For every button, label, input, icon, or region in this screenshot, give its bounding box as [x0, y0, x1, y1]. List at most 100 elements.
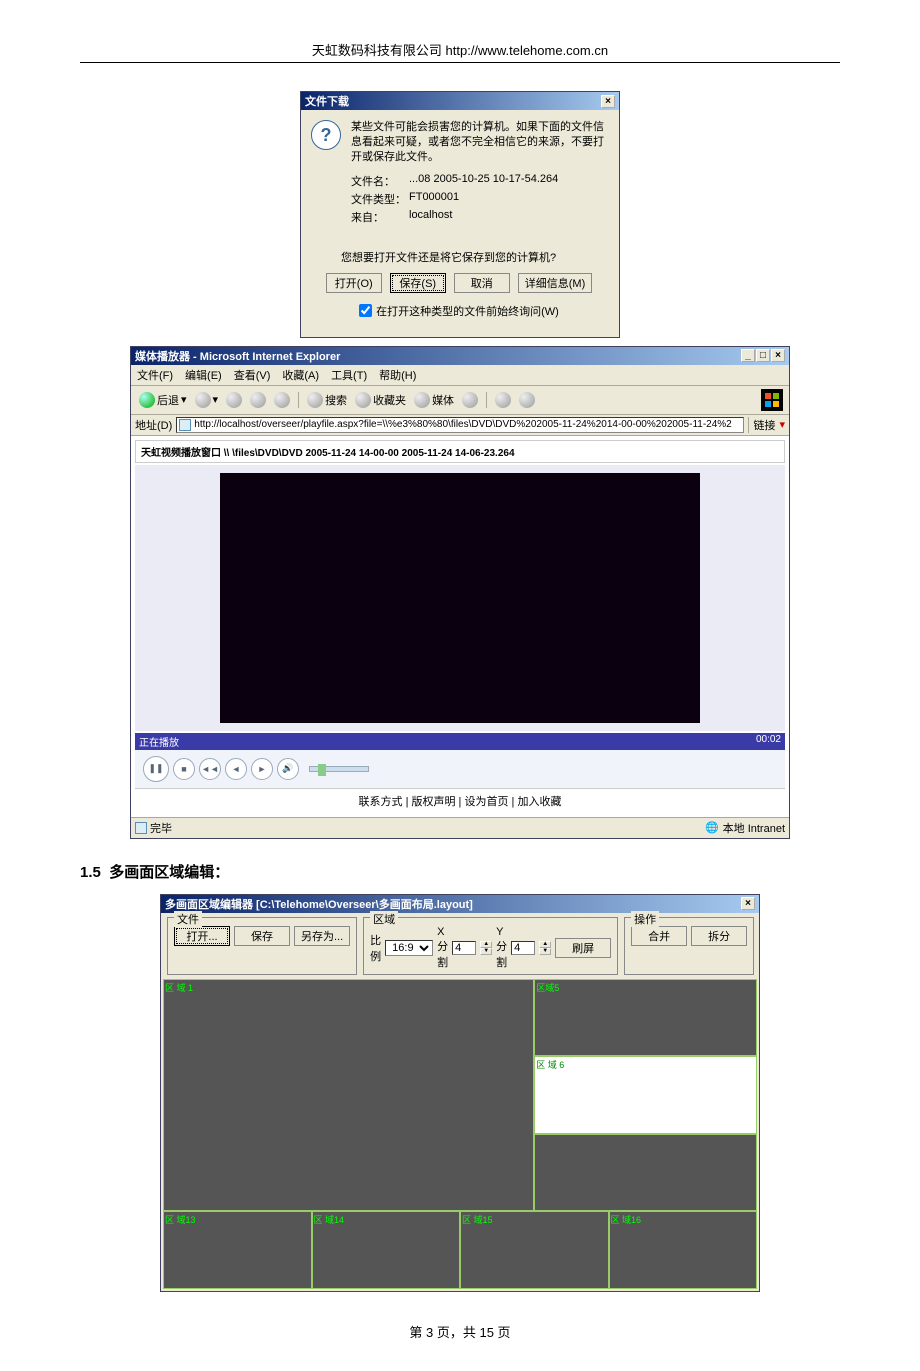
filename-value: ...08 2005-10-25 10-17-54.264	[409, 173, 558, 189]
open-file-button[interactable]: 打开...	[174, 926, 230, 946]
favorites-label: 收藏夹	[373, 392, 406, 408]
volume-slider[interactable]	[309, 766, 369, 772]
close-icon[interactable]: ×	[771, 349, 785, 362]
print-button[interactable]	[517, 392, 537, 408]
always-ask-checkbox[interactable]	[359, 304, 372, 317]
ie-statusbar: 完毕 🌐 本地 Intranet	[131, 817, 789, 838]
security-zone: 本地 Intranet	[723, 820, 785, 836]
ysplit-input[interactable]	[511, 941, 535, 955]
time-display: 00:02	[756, 734, 781, 749]
player-statusbar: 正在播放 00:02	[135, 733, 785, 750]
xsplit-down-icon[interactable]: ▼	[480, 948, 492, 955]
stop-icon	[226, 392, 242, 408]
file-group: 文件 打开... 保存 另存为...	[167, 917, 357, 975]
ratio-label: 比例	[370, 932, 381, 964]
menu-tools[interactable]: 工具(T)	[331, 367, 367, 383]
menu-favorites[interactable]: 收藏(A)	[282, 367, 319, 383]
menu-view[interactable]: 查看(V)	[234, 367, 271, 383]
rewind-button[interactable]: ◄	[225, 758, 247, 780]
more-info-button[interactable]: 详细信息(M)	[518, 273, 593, 293]
arrow-left-icon	[139, 392, 155, 408]
question-icon: ?	[311, 120, 341, 150]
address-input[interactable]: http://localhost/overseer/playfile.aspx?…	[176, 417, 744, 433]
menu-edit[interactable]: 编辑(E)	[185, 367, 222, 383]
region-5[interactable]: 区域5	[534, 979, 757, 1057]
merge-button[interactable]: 合并	[631, 926, 687, 946]
filetype-value: FT000001	[409, 191, 459, 207]
ysplit-up-icon[interactable]: ▲	[539, 941, 551, 948]
ie-addressbar: 地址(D) http://localhost/overseer/playfile…	[131, 415, 789, 436]
address-label: 地址(D)	[135, 417, 172, 433]
menu-file[interactable]: 文件(F)	[137, 367, 173, 383]
layout-editor-window: 多画面区域编辑器 [C:\Telehome\Overseer\多画面布局.lay…	[160, 894, 760, 1292]
mute-button[interactable]: 🔊	[277, 758, 299, 780]
split-button[interactable]: 拆分	[691, 926, 747, 946]
close-icon[interactable]: ×	[601, 95, 615, 108]
region-15[interactable]: 区 域15	[460, 1211, 609, 1289]
region-13[interactable]: 区 域13	[163, 1211, 312, 1289]
refresh-screen-button[interactable]: 刷屏	[555, 938, 611, 958]
region-unlabeled[interactable]	[534, 1134, 757, 1212]
windows-flag-icon	[761, 389, 783, 411]
xsplit-up-icon[interactable]: ▲	[480, 941, 492, 948]
file-group-label: 文件	[174, 911, 202, 927]
layout-canvas[interactable]: 区 域 1 区域5 区 域 6 区 域13 区 域14 区 域15 区 域16	[163, 979, 757, 1289]
layout-toolbar: 文件 打开... 保存 另存为... 区域 比例 16:9 X分割 ▲▼ Y分割…	[161, 913, 759, 979]
home-button[interactable]	[272, 392, 292, 408]
home-icon	[274, 392, 290, 408]
forward-button[interactable]: ▾	[193, 392, 221, 408]
player-controls: ❚❚ ■ ◄◄ ◄ ► 🔊	[135, 750, 785, 788]
maximize-icon[interactable]: □	[756, 349, 770, 362]
operation-group-label: 操作	[631, 911, 659, 927]
saveas-button[interactable]: 另存为...	[294, 926, 350, 946]
open-button[interactable]: 打开(O)	[326, 273, 382, 293]
stop-button[interactable]: ■	[173, 758, 195, 780]
close-icon[interactable]: ×	[741, 897, 755, 910]
mail-button[interactable]	[493, 392, 513, 408]
page-icon	[179, 419, 191, 431]
refresh-icon	[250, 392, 266, 408]
back-label: 后退	[157, 392, 179, 408]
xsplit-input[interactable]	[452, 941, 476, 955]
header-rule	[80, 62, 840, 63]
always-ask-label: 在打开这种类型的文件前始终询问(W)	[376, 303, 559, 319]
ysplit-down-icon[interactable]: ▼	[539, 948, 551, 955]
prev-button[interactable]: ◄◄	[199, 758, 221, 780]
layout-titlebar: 多画面区域编辑器 [C:\Telehome\Overseer\多画面布局.lay…	[161, 895, 759, 913]
ysplit-label: Y分割	[496, 926, 507, 970]
region-14[interactable]: 区 域14	[312, 1211, 461, 1289]
source-value: localhost	[409, 209, 452, 225]
refresh-button[interactable]	[248, 392, 268, 408]
globe-icon: 🌐	[705, 821, 719, 834]
video-canvas	[220, 473, 700, 723]
region-1[interactable]: 区 域 1	[163, 979, 534, 1212]
stop-button[interactable]	[224, 392, 244, 408]
save-file-button[interactable]: 保存	[234, 926, 290, 946]
arrow-right-icon	[195, 392, 211, 408]
back-button[interactable]: 后退 ▾	[137, 392, 189, 408]
history-button[interactable]	[460, 392, 480, 408]
minimize-icon[interactable]: _	[741, 349, 755, 362]
region-16[interactable]: 区 域16	[609, 1211, 758, 1289]
save-button[interactable]: 保存(S)	[390, 273, 446, 293]
ie-toolbar: 后退 ▾ ▾ 搜索 收藏夹 媒体	[131, 386, 789, 415]
ie-title: 媒体播放器 - Microsoft Internet Explorer	[135, 348, 340, 364]
links-label[interactable]: 链接	[748, 417, 775, 433]
media-button[interactable]: 媒体	[412, 392, 456, 408]
forward-button[interactable]: ►	[251, 758, 273, 780]
ie-titlebar: 媒体播放器 - Microsoft Internet Explorer _ □ …	[131, 347, 789, 365]
favorites-button[interactable]: 收藏夹	[353, 392, 408, 408]
page-number: 第 3 页，共 15 页	[80, 1322, 840, 1341]
player-title: 天虹视频播放窗口 \\ \files\DVD\DVD 2005-11-24 14…	[135, 440, 785, 463]
pdf-icon[interactable]: ▾	[779, 418, 785, 431]
footer-links[interactable]: 联系方式 | 版权声明 | 设为首页 | 加入收藏	[135, 788, 785, 813]
cancel-button[interactable]: 取消	[454, 273, 510, 293]
menu-help[interactable]: 帮助(H)	[379, 367, 416, 383]
search-icon	[307, 392, 323, 408]
ratio-select[interactable]: 16:9	[385, 940, 433, 956]
region-6[interactable]: 区 域 6	[534, 1056, 757, 1134]
pause-button[interactable]: ❚❚	[143, 756, 169, 782]
status-done: 完毕	[150, 820, 172, 836]
search-button[interactable]: 搜索	[305, 392, 349, 408]
print-icon	[519, 392, 535, 408]
